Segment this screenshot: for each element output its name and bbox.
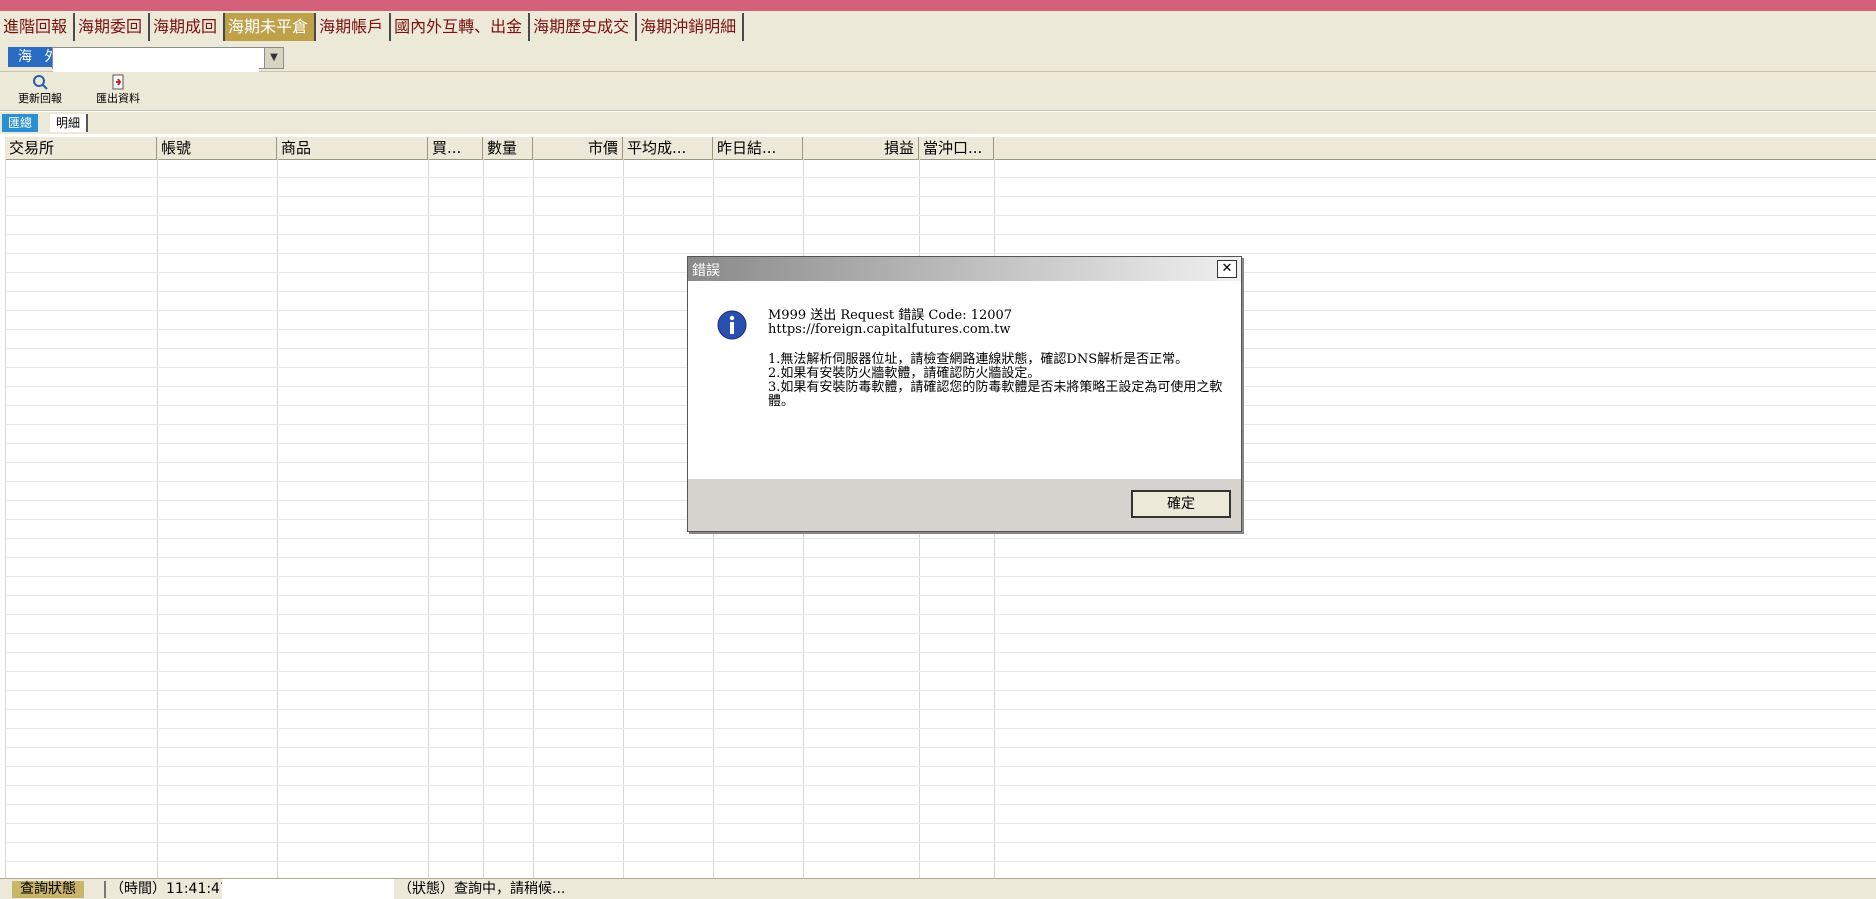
refresh-label: 更新回報 (18, 92, 62, 105)
ok-button[interactable]: 確定 (1131, 490, 1231, 518)
grid-row-line (5, 633, 1876, 634)
col-quantity[interactable]: 數量 (483, 137, 533, 159)
grid-row-line (5, 709, 1876, 710)
col-exchange[interactable]: 交易所 (5, 137, 157, 159)
window-top-bar (0, 0, 1876, 11)
error-hint-3: 3.如果有安裝防毒軟體，請確認您的防毒軟體是否未將策略王設定為可使用之軟體。 (768, 380, 1223, 409)
grid-row-line (5, 538, 1876, 539)
grid-row-line (5, 614, 1876, 615)
grid-row-line (5, 652, 1876, 653)
error-code-line: M999 送出 Request 錯誤 Code: 12007 (768, 308, 1013, 323)
grid-row-line (5, 234, 1876, 235)
grid-row-line (5, 842, 1876, 843)
status-time: （時間）11:41:47 (104, 881, 229, 898)
tab-futures-fills[interactable]: 海期成回 (150, 13, 226, 41)
tab-offset-detail[interactable]: 海期沖銷明細 (637, 13, 745, 41)
grid-row-line (5, 690, 1876, 691)
grid-row-line (5, 785, 1876, 786)
dialog-message: M999 送出 Request 錯誤 Code: 12007 https://f… (768, 309, 1228, 409)
grid-row-line (5, 595, 1876, 596)
dialog-titlebar: 錯誤 ✕ (688, 257, 1241, 281)
grid-header: 交易所 帳號 商品 買... 數量 市價 平均成... 昨日結... 損益 當沖… (5, 137, 1876, 160)
view-subtabs: 匯總 明細 (0, 112, 1876, 134)
grid-row-line (5, 861, 1876, 862)
col-profit-loss[interactable]: 損益 (803, 137, 919, 159)
info-icon (717, 310, 747, 340)
tab-advanced-report[interactable]: 進階回報 (0, 13, 76, 41)
status-state: （狀態）查詢中，請稍候... (398, 881, 566, 897)
col-account[interactable]: 帳號 (157, 137, 277, 159)
grid-row-line (5, 671, 1876, 672)
grid-row-line (5, 728, 1876, 729)
dialog-title: 錯誤 (692, 263, 720, 279)
error-hint-2: 2.如果有安裝防火牆軟體，請確認防火牆設定。 (768, 366, 1041, 381)
export-icon (112, 74, 124, 90)
magnifier-icon (33, 75, 48, 90)
col-market-price[interactable]: 市價 (533, 137, 623, 159)
error-url-line: https://foreign.capitalfutures.com.tw (768, 322, 1011, 337)
grid-row-line (5, 576, 1876, 577)
status-bar: 查詢狀態 （時間）11:41:47 （狀態）查詢中，請稍候... (0, 878, 1876, 899)
grid-row-line (5, 253, 1876, 254)
tab-open-positions[interactable]: 海期未平倉 (225, 13, 317, 41)
tab-trade-history[interactable]: 海期歷史成交 (530, 13, 638, 41)
grid-row-line (5, 766, 1876, 767)
col-product[interactable]: 商品 (277, 137, 428, 159)
grid-row-line (5, 196, 1876, 197)
refresh-button[interactable]: 更新回報 (18, 74, 62, 106)
tab-transfer-withdraw[interactable]: 國內外互轉、出金 (391, 13, 531, 41)
error-dialog: 錯誤 ✕ M999 送出 Request 錯誤 Code: 12007 http… (687, 256, 1242, 532)
col-daytrade[interactable]: 當沖口... (919, 137, 994, 159)
tab-summary[interactable]: 匯總 (2, 114, 39, 132)
grid-row-line (5, 747, 1876, 748)
export-label: 匯出資料 (96, 92, 140, 105)
col-prev-settle[interactable]: 昨日結... (713, 137, 803, 159)
chevron-down-icon[interactable]: ▼ (264, 48, 283, 68)
grid-row-line (5, 557, 1876, 558)
tab-detail[interactable]: 明細 (50, 114, 89, 132)
col-avg-cost[interactable]: 平均成... (623, 137, 713, 159)
toolbar: 更新回報 匯出資料 (0, 72, 1876, 111)
account-bar: 海 外 ▼ (0, 43, 1876, 80)
tab-futures-orders[interactable]: 海期委回 (75, 13, 151, 41)
error-hint-1: 1.無法解析伺服器位址，請檢查網路連線狀態，確認DNS解析是否正常。 (768, 352, 1189, 367)
col-buy-sell[interactable]: 買... (428, 137, 483, 159)
status-label: 查詢狀態 (12, 881, 84, 898)
account-select[interactable]: ▼ (52, 47, 284, 80)
close-icon[interactable]: ✕ (1217, 260, 1237, 278)
grid-row-line (5, 177, 1876, 178)
grid-row-line (5, 215, 1876, 216)
tab-futures-account[interactable]: 海期帳戶 (316, 13, 392, 41)
grid-row-line (5, 804, 1876, 805)
export-button[interactable]: 匯出資料 (96, 74, 140, 106)
status-redaction (222, 879, 394, 899)
grid-row-line (5, 823, 1876, 824)
main-tab-strip: 進階回報 海期委回 海期成回 海期未平倉 海期帳戶 國內外互轉、出金 海期歷史成… (0, 11, 1876, 44)
